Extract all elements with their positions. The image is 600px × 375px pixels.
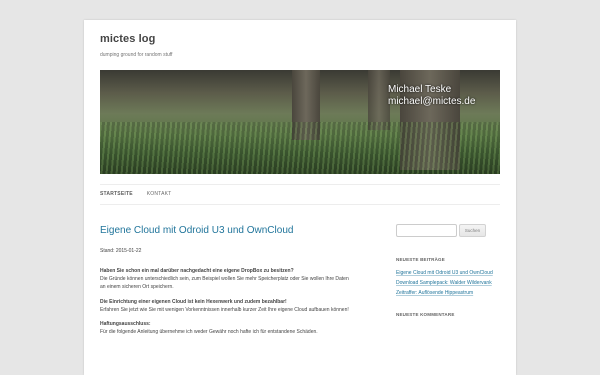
tree-trunk-shape — [368, 70, 390, 130]
recent-post-item[interactable]: Eigene Cloud mit Odroid U3 und OwnCloud — [396, 269, 500, 278]
recent-post-item[interactable]: Download Samplepack: Walder Wildervank — [396, 279, 500, 288]
site-description: dumping ground for random stuff — [100, 52, 173, 58]
main-navigation: STARTSEITE KONTAKT — [100, 191, 171, 197]
recent-comments-title: NEUESTE KOMMENTARE — [396, 311, 455, 317]
recent-post-link[interactable]: Eigene Cloud mit Odroid U3 und OwnCloud — [396, 270, 493, 276]
header-image[interactable]: Michael Teske michael@mictes.de — [100, 70, 500, 174]
recent-post-link[interactable]: Zeitraffer: Auflösende Hippeastrum — [396, 290, 473, 296]
search-input[interactable] — [396, 224, 457, 237]
paragraph-text: Die Gründe können unterschiedlich sein, … — [100, 276, 349, 291]
post-title[interactable]: Eigene Cloud mit Odroid U3 und OwnCloud — [100, 225, 293, 236]
nav-item-startseite[interactable]: STARTSEITE — [100, 191, 133, 197]
paragraph-text: Für die folgende Anleitung übernehme ich… — [100, 329, 318, 336]
search-button[interactable]: Suchen — [459, 224, 486, 237]
post-date: Stand: 2015-01-22 — [100, 248, 142, 254]
sidebar: Suchen NEUESTE BEITRÄGE Eigene Cloud mit… — [396, 224, 500, 324]
post-body: Haben Sie schon ein mal darüber nachgeda… — [100, 267, 352, 342]
recent-posts-list: Eigene Cloud mit Odroid U3 und OwnCloud … — [396, 269, 500, 298]
header-overlay-text: Michael Teske michael@mictes.de — [388, 84, 498, 108]
header-overlay-email: michael@mictes.de — [388, 96, 476, 107]
post-paragraph: Haftungsausschluss: Für die folgende Anl… — [100, 320, 352, 336]
post-paragraph: Die Einrichtung einer eigenen Cloud ist … — [100, 298, 352, 314]
search-form: Suchen — [396, 224, 500, 237]
recent-post-item[interactable]: Zeitraffer: Auflösende Hippeastrum — [396, 289, 500, 298]
nav-divider-top — [100, 184, 500, 185]
recent-post-link[interactable]: Download Samplepack: Walder Wildervank — [396, 280, 492, 286]
post-paragraph: Haben Sie schon ein mal darüber nachgeda… — [100, 267, 352, 292]
site-title[interactable]: mictes log — [100, 33, 155, 45]
nav-item-kontakt[interactable]: KONTAKT — [147, 191, 172, 197]
paragraph-heading: Haben Sie schon ein mal darüber nachgeda… — [100, 268, 294, 274]
paragraph-heading: Haftungsausschluss: — [100, 321, 151, 328]
page-container: mictes log dumping ground for random stu… — [84, 20, 516, 375]
paragraph-text: Erfahren Sie jetzt wie Sie mit wenigen V… — [100, 306, 349, 313]
header-overlay-name: Michael Teske — [388, 84, 452, 95]
grass-texture — [100, 122, 500, 174]
recent-posts-title: NEUESTE BEITRÄGE — [396, 257, 445, 262]
nav-divider-bottom — [100, 204, 500, 205]
paragraph-heading: Die Einrichtung einer eigenen Cloud ist … — [100, 298, 287, 305]
